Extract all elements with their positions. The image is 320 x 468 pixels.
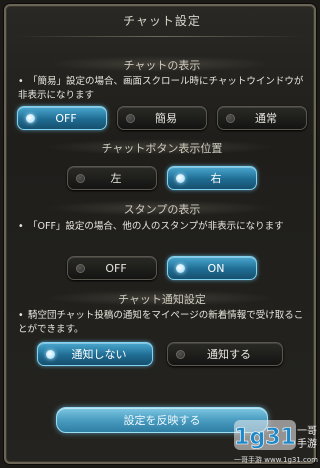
radio-indicator-icon — [76, 174, 85, 183]
panel-title: チャット設定 — [123, 14, 201, 28]
option-chat-normal-button[interactable]: 通常 — [217, 106, 307, 130]
option-notify-on-button[interactable]: 通知する — [167, 342, 283, 366]
section-title-button-position: チャットボタン表示位置 — [101, 142, 223, 155]
watermark-logo: 1g31 一哥 手游 一哥手游 www.1g31.com — [234, 420, 318, 464]
option-stamp-off-button[interactable]: OFF — [67, 256, 157, 280]
radio-indicator-icon — [176, 174, 185, 183]
option-notify-off-button[interactable]: 通知しない — [37, 342, 153, 366]
section-title-chat-display: チャットの表示 — [123, 59, 201, 72]
bullet-icon: • — [18, 76, 24, 87]
description-chat-notification: • 騎空団チャット投稿の通知をマイページの新着情報で受け取ることができます。 — [18, 310, 304, 335]
bullet-icon: • — [18, 221, 24, 232]
watermark-logo-icon: 1g31 一哥 手游 一哥手游 www.1g31.com — [234, 420, 318, 464]
description-stamp-display: • 「OFF」設定の場合、他の人のスタンプが非表示になります — [18, 221, 284, 232]
radio-indicator-icon — [76, 264, 85, 273]
option-chat-off-button[interactable]: OFF — [17, 106, 107, 130]
radio-indicator-icon — [226, 114, 235, 123]
bullet-icon: • — [18, 310, 24, 321]
radio-indicator-icon — [176, 350, 185, 359]
radio-indicator-icon — [26, 114, 35, 123]
section-title-chat-notification: チャット通知設定 — [118, 293, 206, 306]
svg-text:一哥: 一哥 — [297, 425, 317, 437]
section-title-stamp-display: スタンプの表示 — [123, 203, 201, 216]
option-position-right-button[interactable]: 右 — [167, 166, 257, 190]
svg-text:一哥手游 www.1g31.com: 一哥手游 www.1g31.com — [234, 455, 318, 464]
chat-settings-panel: チャット設定 チャットの表示 • 「簡易」設定の場合、画面スクロール時にチャットウ… — [4, 4, 316, 464]
radio-indicator-icon — [126, 114, 135, 123]
svg-text:1g31: 1g31 — [234, 425, 296, 450]
option-chat-simple-button[interactable]: 簡易 — [117, 106, 207, 130]
radio-indicator-icon — [46, 350, 55, 359]
description-chat-display: • 「簡易」設定の場合、画面スクロール時にチャットウインドウが非表示になります — [18, 76, 304, 101]
option-stamp-on-button[interactable]: ON — [167, 256, 257, 280]
option-position-left-button[interactable]: 左 — [67, 166, 157, 190]
header-divider — [16, 36, 304, 37]
radio-indicator-icon — [176, 264, 185, 273]
svg-text:手游: 手游 — [297, 437, 317, 450]
